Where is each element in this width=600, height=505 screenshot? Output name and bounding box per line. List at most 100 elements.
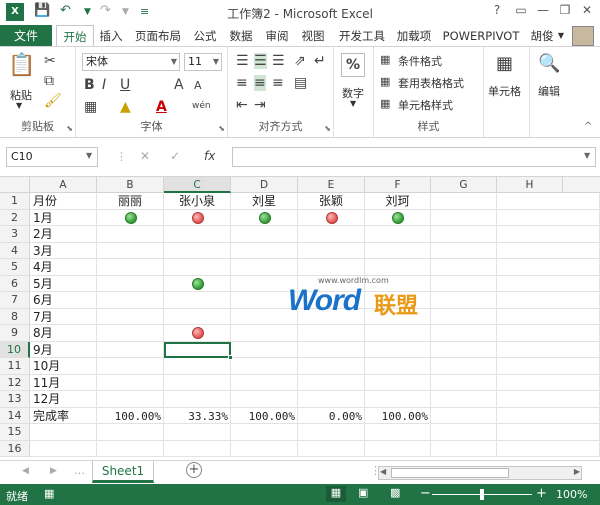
cell-f15[interactable] xyxy=(365,424,431,441)
cell-b5[interactable] xyxy=(97,259,164,276)
cell-h4[interactable] xyxy=(497,242,600,259)
cell-f1[interactable]: 刘珂 xyxy=(365,193,431,210)
cell-b3[interactable] xyxy=(97,226,164,243)
orientation-icon[interactable]: ⇗ xyxy=(294,53,306,69)
cell-c8[interactable] xyxy=(164,308,231,325)
cell-g10[interactable] xyxy=(431,341,497,358)
row-header-7[interactable]: 7 xyxy=(0,292,30,309)
zoom-in-icon[interactable]: + xyxy=(536,486,547,501)
user-dropdown-icon[interactable]: ▼ xyxy=(556,25,566,47)
cell-a2[interactable]: 1月 xyxy=(30,209,97,226)
cell-a12[interactable]: 11月 xyxy=(30,374,97,391)
cell-a15[interactable] xyxy=(30,424,97,441)
cell-a3[interactable]: 2月 xyxy=(30,226,97,243)
cell-d5[interactable] xyxy=(231,259,298,276)
expand-formula-icon[interactable]: ▼ xyxy=(584,151,590,160)
cell-b11[interactable] xyxy=(97,358,164,375)
tab-formulas[interactable]: 公式 xyxy=(190,25,220,47)
minimize-button[interactable]: — xyxy=(532,3,554,17)
tab-data[interactable]: 数据 xyxy=(226,25,256,47)
borders-icon[interactable]: ▦ xyxy=(84,99,97,115)
cell-a6[interactable]: 5月 xyxy=(30,275,97,292)
cell-h16[interactable] xyxy=(497,440,600,457)
cell-b6[interactable] xyxy=(97,275,164,292)
cell-d15[interactable] xyxy=(231,424,298,441)
cell-d14[interactable]: 100.00% xyxy=(231,407,298,424)
next-sheet-icon[interactable]: ▶ xyxy=(50,466,57,476)
cell-h5[interactable] xyxy=(497,259,600,276)
macro-record-icon[interactable]: ▦ xyxy=(44,487,54,500)
sheet-tab-sheet1[interactable]: Sheet1 xyxy=(92,461,154,483)
font-size-combo[interactable]: 11 ▼ xyxy=(184,53,222,71)
name-box-dropdown-icon[interactable]: ▼ xyxy=(86,151,92,160)
cell-b10[interactable] xyxy=(97,341,164,358)
close-button[interactable]: ✕ xyxy=(576,3,598,17)
cell-a9[interactable]: 8月 xyxy=(30,325,97,342)
cell-d3[interactable] xyxy=(231,226,298,243)
cell-d12[interactable] xyxy=(231,374,298,391)
cell-g6[interactable] xyxy=(431,275,497,292)
cell-e3[interactable] xyxy=(298,226,365,243)
align-right-icon[interactable]: ≡ xyxy=(272,75,284,91)
cell-h7[interactable] xyxy=(497,292,600,309)
page-break-view-icon[interactable]: ▩ xyxy=(390,486,400,499)
cell-e15[interactable] xyxy=(298,424,365,441)
copy-icon[interactable]: ⧉ xyxy=(44,73,54,89)
cancel-entry-button[interactable]: ✕ xyxy=(140,149,150,163)
cell-h3[interactable] xyxy=(497,226,600,243)
cell-e11[interactable] xyxy=(298,358,365,375)
cell-d13[interactable] xyxy=(231,391,298,408)
cell-f9[interactable] xyxy=(365,325,431,342)
cell-h13[interactable] xyxy=(497,391,600,408)
user-name[interactable]: 胡俊 xyxy=(528,25,556,47)
cell-c13[interactable] xyxy=(164,391,231,408)
tab-view[interactable]: 视图 xyxy=(298,25,328,47)
fill-color-icon[interactable]: ▲ xyxy=(120,99,131,115)
name-box[interactable]: C10 xyxy=(6,147,98,167)
column-header-c[interactable]: C xyxy=(164,177,231,193)
zoom-level[interactable]: 100% xyxy=(556,488,587,501)
phonetic-button[interactable]: wén xyxy=(192,101,211,111)
cell-e10[interactable] xyxy=(298,341,365,358)
cell-e14[interactable]: 0.00% xyxy=(298,407,365,424)
column-header-e[interactable]: E xyxy=(298,177,365,193)
cell-f12[interactable] xyxy=(365,374,431,391)
normal-view-icon[interactable]: ▦ xyxy=(326,486,346,502)
cell-e12[interactable] xyxy=(298,374,365,391)
tab-addins[interactable]: 加载项 xyxy=(392,25,436,47)
cell-d9[interactable] xyxy=(231,325,298,342)
scroll-thumb[interactable] xyxy=(391,468,509,478)
cell-h6[interactable] xyxy=(497,275,600,292)
cell-a8[interactable]: 7月 xyxy=(30,308,97,325)
format-painter-icon[interactable]: 🖌 xyxy=(44,93,62,109)
new-sheet-icon[interactable]: + xyxy=(186,462,202,478)
cell-e16[interactable] xyxy=(298,440,365,457)
clipboard-launcher-icon[interactable]: ⬊ xyxy=(66,124,73,133)
cell-c14[interactable]: 33.33% xyxy=(164,407,231,424)
cell-h15[interactable] xyxy=(497,424,600,441)
cell-c3[interactable] xyxy=(164,226,231,243)
cell-d1[interactable]: 刘星 xyxy=(231,193,298,210)
cell-f13[interactable] xyxy=(365,391,431,408)
cell-h9[interactable] xyxy=(497,325,600,342)
italic-button[interactable]: I xyxy=(102,77,106,93)
cell-h2[interactable] xyxy=(497,209,600,226)
cell-g11[interactable] xyxy=(431,358,497,375)
cell-b15[interactable] xyxy=(97,424,164,441)
cell-b4[interactable] xyxy=(97,242,164,259)
row-header-11[interactable]: 11 xyxy=(0,358,30,375)
align-center-icon[interactable]: ≡ xyxy=(254,75,266,91)
row-header-3[interactable]: 3 xyxy=(0,226,30,243)
tab-insert[interactable]: 插入 xyxy=(96,25,126,47)
cell-g16[interactable] xyxy=(431,440,497,457)
conditional-format-button[interactable]: 条件格式 xyxy=(398,53,442,69)
cell-a11[interactable]: 10月 xyxy=(30,358,97,375)
cell-f14[interactable]: 100.00% xyxy=(365,407,431,424)
selected-cell-c10[interactable] xyxy=(164,341,231,358)
alignment-launcher-icon[interactable]: ⬊ xyxy=(324,124,331,133)
row-header-13[interactable]: 13 xyxy=(0,391,30,408)
restore-button[interactable]: ❐ xyxy=(554,3,576,17)
row-header-15[interactable]: 15 xyxy=(0,424,30,441)
cell-h1[interactable] xyxy=(497,193,600,210)
paste-icon[interactable]: 📋 xyxy=(8,53,35,83)
